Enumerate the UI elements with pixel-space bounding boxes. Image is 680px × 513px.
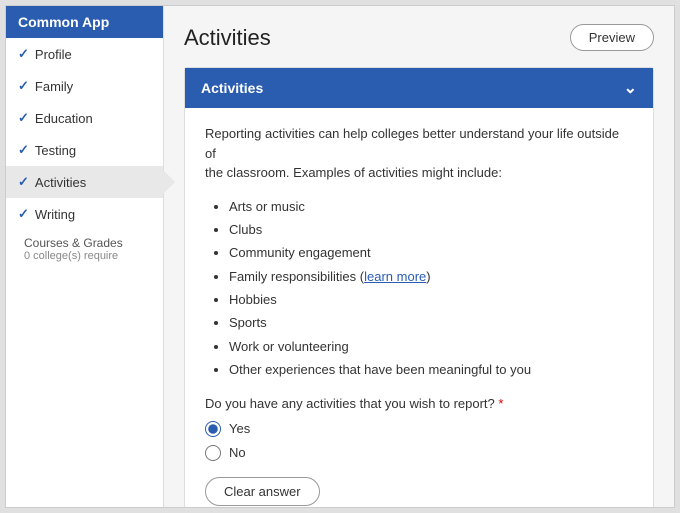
check-icon-family: ✓ [18,78,29,94]
sidebar-label-family: Family [35,79,73,94]
radio-no-input[interactable] [205,445,221,461]
check-icon-writing: ✓ [18,206,29,222]
sidebar-label-activities: Activities [35,175,86,190]
main-content: Activities Preview Activities ⌄ Reportin… [164,6,674,507]
learn-more-link[interactable]: learn more [364,269,426,284]
radio-yes-input[interactable] [205,421,221,437]
radio-group: Yes No [205,421,633,461]
activities-list: Arts or music Clubs Community engagement… [205,195,633,382]
intro-text: Reporting activities can help colleges b… [205,124,633,183]
radio-yes-label: Yes [229,421,250,436]
sidebar-label-profile: Profile [35,47,72,62]
radio-no-label: No [229,445,246,460]
check-icon-activities: ✓ [18,174,29,190]
sidebar-header: Common App [6,6,163,38]
courses-label: Courses & Grades [24,236,151,250]
card-header: Activities ⌄ [185,68,653,108]
card-body: Reporting activities can help colleges b… [185,108,653,507]
list-item: Hobbies [229,288,633,311]
chevron-down-icon[interactable]: ⌄ [624,78,637,98]
list-item: Other experiences that have been meaning… [229,358,633,381]
courses-count: 0 college(s) require [24,250,151,262]
list-item-family: Family responsibilities (learn more) [229,265,633,288]
list-item: Arts or music [229,195,633,218]
sidebar-label-testing: Testing [35,143,76,158]
check-icon-education: ✓ [18,110,29,126]
sidebar-sub-courses: Courses & Grades 0 college(s) require [6,230,163,268]
preview-button[interactable]: Preview [570,24,654,51]
activities-card: Activities ⌄ Reporting activities can he… [184,67,654,507]
radio-no-option[interactable]: No [205,445,633,461]
check-icon-testing: ✓ [18,142,29,158]
sidebar-label-education: Education [35,111,93,126]
sidebar-item-education[interactable]: ✓ Education [6,102,163,134]
list-item: Work or volunteering [229,335,633,358]
card-header-label: Activities [201,80,263,96]
sidebar-label-writing: Writing [35,207,75,222]
sidebar-item-activities[interactable]: ✓ Activities [6,166,163,198]
list-item: Sports [229,311,633,334]
sidebar-item-family[interactable]: ✓ Family [6,70,163,102]
clear-answer-button[interactable]: Clear answer [205,477,320,506]
page-title: Activities [184,25,271,51]
question-label: Do you have any activities that you wish… [205,396,633,411]
sidebar-item-profile[interactable]: ✓ Profile [6,38,163,70]
check-icon-profile: ✓ [18,46,29,62]
radio-yes-option[interactable]: Yes [205,421,633,437]
list-item: Community engagement [229,241,633,264]
page-header: Activities Preview [184,24,654,51]
sidebar-item-testing[interactable]: ✓ Testing [6,134,163,166]
sidebar: Common App ✓ Profile ✓ Family ✓ Educatio… [6,6,164,507]
list-item: Clubs [229,218,633,241]
sidebar-item-writing[interactable]: ✓ Writing [6,198,163,230]
required-star: * [498,396,503,411]
